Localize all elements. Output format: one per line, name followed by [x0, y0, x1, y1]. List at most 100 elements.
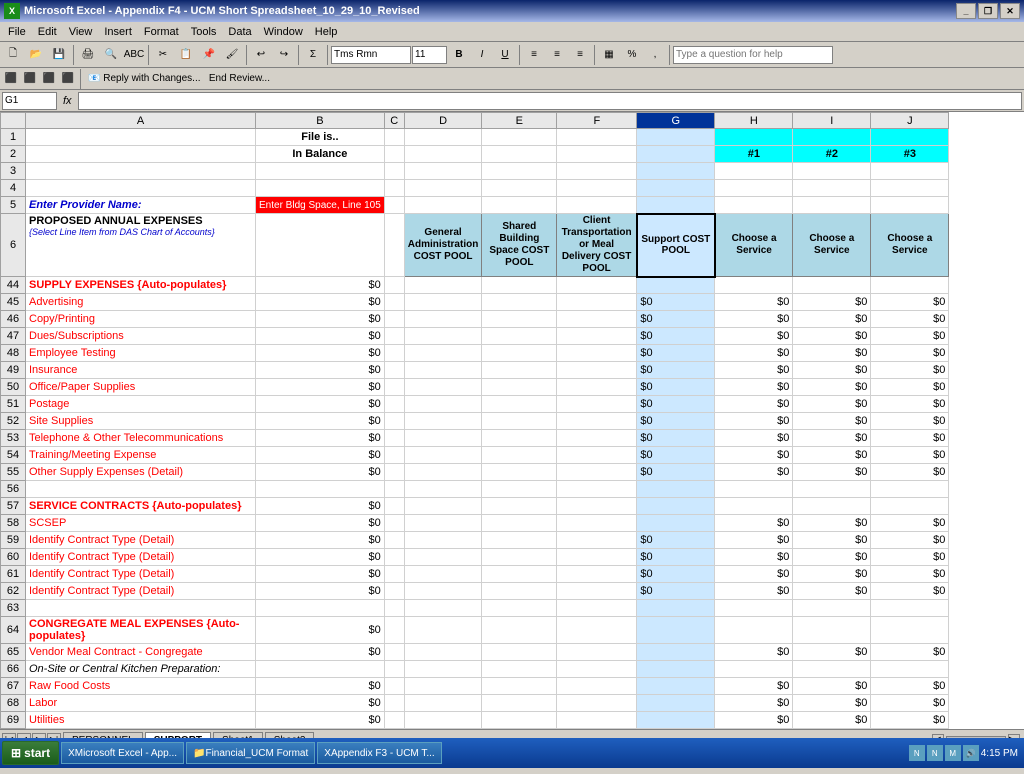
- align-left-button[interactable]: ≡: [523, 44, 545, 66]
- cell-b62[interactable]: $0: [256, 583, 385, 600]
- cell-g2[interactable]: [637, 146, 715, 163]
- cell-a45[interactable]: Advertising: [26, 294, 256, 311]
- cell-j3[interactable]: [871, 163, 949, 180]
- toolbar2-btn3[interactable]: ⬛: [40, 70, 58, 88]
- spell-check-button[interactable]: ABC: [123, 44, 145, 66]
- cell-a68[interactable]: Labor: [26, 695, 256, 712]
- cell-g6[interactable]: Support COST POOL: [637, 214, 715, 277]
- cell-i5[interactable]: [793, 197, 871, 214]
- borders-button[interactable]: ▦: [598, 44, 620, 66]
- cell-i1[interactable]: [793, 129, 871, 146]
- menu-insert[interactable]: Insert: [98, 24, 138, 40]
- comma-button[interactable]: ,: [644, 44, 666, 66]
- save-button[interactable]: 💾: [48, 44, 70, 66]
- cell-e5[interactable]: [482, 197, 557, 214]
- cell-a48[interactable]: Employee Testing: [26, 345, 256, 362]
- cell-b47[interactable]: $0: [256, 328, 385, 345]
- cut-button[interactable]: ✂: [152, 44, 174, 66]
- print-preview-button[interactable]: 🔍: [100, 44, 122, 66]
- cell-a51[interactable]: Postage: [26, 396, 256, 413]
- cell-j2[interactable]: #3: [871, 146, 949, 163]
- cell-d4[interactable]: [404, 180, 482, 197]
- col-header-h[interactable]: H: [715, 113, 793, 129]
- cell-c1[interactable]: [384, 129, 404, 146]
- cell-b6[interactable]: [256, 214, 385, 277]
- cell-f3[interactable]: [557, 163, 637, 180]
- cell-h2[interactable]: #1: [715, 146, 793, 163]
- cell-reference-input[interactable]: [2, 92, 57, 110]
- cell-b2[interactable]: In Balance: [256, 146, 385, 163]
- cell-e44[interactable]: [482, 277, 557, 294]
- cell-d2[interactable]: [404, 146, 482, 163]
- cell-b55[interactable]: $0: [256, 464, 385, 481]
- cell-f5[interactable]: [557, 197, 637, 214]
- menu-format[interactable]: Format: [138, 24, 185, 40]
- cell-b64[interactable]: $0: [256, 617, 385, 644]
- cell-a46[interactable]: Copy/Printing: [26, 311, 256, 328]
- cell-g1[interactable]: [637, 129, 715, 146]
- cell-b54[interactable]: $0: [256, 447, 385, 464]
- cell-f44[interactable]: [557, 277, 637, 294]
- toolbar2-btn2[interactable]: ⬛: [21, 70, 39, 88]
- window-controls[interactable]: _ ❐ ✕: [956, 3, 1020, 19]
- font-size-input[interactable]: [412, 46, 447, 64]
- menu-data[interactable]: Data: [222, 24, 257, 40]
- cell-b51[interactable]: $0: [256, 396, 385, 413]
- italic-button[interactable]: I: [471, 44, 493, 66]
- cell-b45[interactable]: $0: [256, 294, 385, 311]
- cell-c6[interactable]: [384, 214, 404, 277]
- cell-b57[interactable]: $0: [256, 498, 385, 515]
- help-input[interactable]: [673, 46, 833, 64]
- cell-b44[interactable]: $0: [256, 277, 385, 294]
- cell-a44[interactable]: SUPPLY EXPENSES {Auto-populates}: [26, 277, 256, 294]
- cell-b3[interactable]: [256, 163, 385, 180]
- cell-g44[interactable]: [637, 277, 715, 294]
- cell-a1[interactable]: [26, 129, 256, 146]
- align-center-button[interactable]: ≡: [546, 44, 568, 66]
- percent-button[interactable]: %: [621, 44, 643, 66]
- cell-h1[interactable]: [715, 129, 793, 146]
- cell-h4[interactable]: [715, 180, 793, 197]
- autosum-button[interactable]: Σ: [302, 44, 324, 66]
- minimize-button[interactable]: _: [956, 3, 976, 19]
- cell-e1[interactable]: [482, 129, 557, 146]
- cell-f6[interactable]: Client Transportation or Meal Delivery C…: [557, 214, 637, 277]
- align-right-button[interactable]: ≡: [569, 44, 591, 66]
- cell-b1[interactable]: File is..: [256, 129, 385, 146]
- cell-b49[interactable]: $0: [256, 362, 385, 379]
- taskbar-excel[interactable]: X Microsoft Excel - App...: [61, 742, 184, 764]
- cell-a59[interactable]: Identify Contract Type (Detail): [26, 532, 256, 549]
- cell-f4[interactable]: [557, 180, 637, 197]
- cell-i44[interactable]: [793, 277, 871, 294]
- cell-g4[interactable]: [637, 180, 715, 197]
- copy-button[interactable]: 📋: [175, 44, 197, 66]
- toolbar2-btn4[interactable]: ⬛: [59, 70, 77, 88]
- col-header-f[interactable]: F: [557, 113, 637, 129]
- col-header-a[interactable]: A: [26, 113, 256, 129]
- cell-h3[interactable]: [715, 163, 793, 180]
- cell-j6[interactable]: Choose a Service: [871, 214, 949, 277]
- menu-help[interactable]: Help: [309, 24, 344, 40]
- cell-c3[interactable]: [384, 163, 404, 180]
- underline-button[interactable]: U: [494, 44, 516, 66]
- cell-a61[interactable]: Identify Contract Type (Detail): [26, 566, 256, 583]
- cell-b4[interactable]: [256, 180, 385, 197]
- undo-button[interactable]: ↩: [250, 44, 272, 66]
- bold-button[interactable]: B: [448, 44, 470, 66]
- cell-a3[interactable]: [26, 163, 256, 180]
- menu-tools[interactable]: Tools: [185, 24, 223, 40]
- cell-g3[interactable]: [637, 163, 715, 180]
- cell-h5[interactable]: [715, 197, 793, 214]
- cell-i3[interactable]: [793, 163, 871, 180]
- cell-b67[interactable]: $0: [256, 678, 385, 695]
- cell-d5[interactable]: [404, 197, 482, 214]
- font-name-input[interactable]: [331, 46, 411, 64]
- restore-button[interactable]: ❐: [978, 3, 998, 19]
- print-button[interactable]: 🖨: [77, 44, 99, 66]
- cell-b59[interactable]: $0: [256, 532, 385, 549]
- cell-a64[interactable]: CONGREGATE MEAL EXPENSES {Auto-populates…: [26, 617, 256, 644]
- cell-f2[interactable]: [557, 146, 637, 163]
- cell-a49[interactable]: Insurance: [26, 362, 256, 379]
- cell-i4[interactable]: [793, 180, 871, 197]
- cell-e6[interactable]: Shared Building Space COST POOL: [482, 214, 557, 277]
